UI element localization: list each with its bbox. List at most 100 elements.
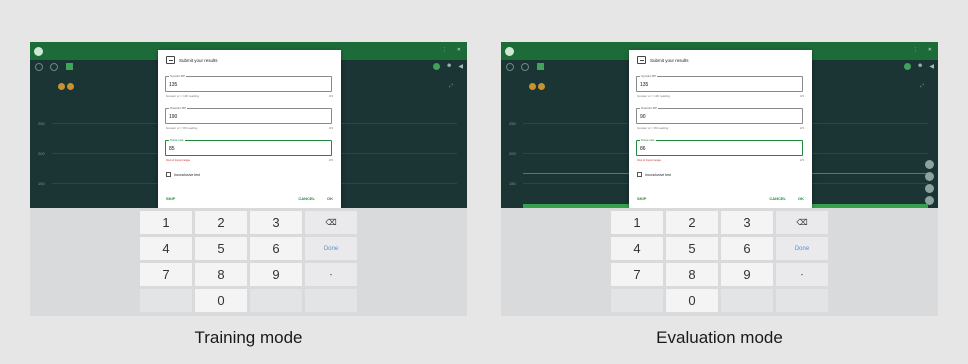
app-logo-icon <box>505 46 514 56</box>
volume-icon[interactable]: ◀ <box>929 63 934 70</box>
key-3[interactable]: 3 <box>721 211 773 234</box>
ok-button[interactable]: OK <box>798 196 804 201</box>
field-counter: 3/3 <box>799 94 804 98</box>
cancel-button[interactable]: CANCEL <box>298 196 315 201</box>
field-value: 190 <box>169 114 178 120</box>
field-error: Out of input range <box>166 158 191 162</box>
key-8[interactable]: 8 <box>195 263 247 286</box>
key-2[interactable]: 2 <box>666 211 718 234</box>
y-tick-label: 200 <box>509 151 516 156</box>
menu-icon[interactable]: ⋮ <box>442 47 447 53</box>
record-icon[interactable] <box>506 63 514 71</box>
ok-button[interactable]: OK <box>327 196 333 201</box>
y-tick-label: 250 <box>38 121 45 126</box>
close-icon[interactable]: ✕ <box>457 47 461 53</box>
zoom-in-icon[interactable] <box>925 160 934 169</box>
key-7[interactable]: 7 <box>611 263 663 286</box>
checkbox[interactable] <box>637 172 642 177</box>
key-2[interactable]: 2 <box>195 211 247 234</box>
field-label: Systolic BP <box>169 74 187 78</box>
status-icon[interactable] <box>537 63 544 70</box>
panel-caption: Training mode <box>194 328 303 347</box>
submit-icon <box>637 56 646 64</box>
field-counter: 3/3 <box>328 126 333 130</box>
key-9[interactable]: 9 <box>250 263 302 286</box>
zoom-out-icon[interactable] <box>925 172 934 181</box>
field-counter: 3/3 <box>328 94 333 98</box>
close-icon[interactable]: ✕ <box>928 47 932 53</box>
settings-icon[interactable] <box>521 63 529 71</box>
checkbox-label: Inconclusive test <box>645 172 671 177</box>
expand-icon[interactable]: ⤢ <box>920 83 924 89</box>
key-6[interactable]: 6 <box>250 237 302 260</box>
app-logo-icon <box>34 46 43 56</box>
blank-key <box>305 289 357 312</box>
key-3[interactable]: 3 <box>250 211 302 234</box>
cancel-button[interactable]: CANCEL <box>769 196 786 201</box>
minus-key[interactable]: - <box>305 263 357 286</box>
blank-key <box>250 289 302 312</box>
settings-icon[interactable] <box>50 63 58 71</box>
panel-evaluation: ⋮ ✕ ☻ ◀ ⤢ 250 200 150 Submit your result… <box>484 0 968 364</box>
done-key[interactable]: Done <box>776 237 828 260</box>
status-icon[interactable] <box>66 63 73 70</box>
field-error: Out of input range <box>637 158 662 162</box>
y-tick-label: 200 <box>38 151 45 156</box>
user-icon[interactable]: ☻ <box>446 63 452 70</box>
minus-key[interactable]: - <box>776 263 828 286</box>
done-key[interactable]: Done <box>305 237 357 260</box>
key-8[interactable]: 8 <box>666 263 718 286</box>
menu-icon[interactable]: ⋮ <box>913 47 918 53</box>
appbar-actions: ⋮ ✕ <box>442 47 461 53</box>
field-helper: Greater or = 80 reading <box>637 126 669 130</box>
alert-badge-icon[interactable] <box>529 83 536 90</box>
field-value: 135 <box>640 82 649 88</box>
dialog-title-text: Submit your results <box>650 57 689 63</box>
key-5[interactable]: 5 <box>195 237 247 260</box>
appbar-actions: ⋮ ✕ <box>913 47 932 53</box>
pulse-rate-field[interactable]: Pulse rate 85 <box>165 138 332 156</box>
submit-results-dialog: Submit your results Systolic BP 135 Grea… <box>629 50 812 208</box>
systolic-bp-field[interactable]: Systolic BP 135 <box>636 74 803 92</box>
key-4[interactable]: 4 <box>140 237 192 260</box>
diastolic-bp-field[interactable]: Diastolic BP 190 <box>165 106 332 124</box>
systolic-bp-field[interactable]: Systolic BP 135 <box>165 74 332 92</box>
inconclusive-checkbox-row[interactable]: Inconclusive test <box>637 172 671 177</box>
key-0[interactable]: 0 <box>666 289 718 312</box>
alert-badge-icon[interactable] <box>58 83 65 90</box>
user-icon[interactable]: ☻ <box>917 63 923 70</box>
inconclusive-checkbox-row[interactable]: Inconclusive test <box>166 172 200 177</box>
alert-badge-icon[interactable] <box>538 83 545 90</box>
backspace-key[interactable]: ⌫ <box>776 211 828 234</box>
pulse-rate-field[interactable]: Pulse rate 86 <box>636 138 803 156</box>
key-6[interactable]: 6 <box>721 237 773 260</box>
alert-badge-icon[interactable] <box>67 83 74 90</box>
diastolic-bp-field[interactable]: Diastolic BP 90 <box>636 106 803 124</box>
reset-icon[interactable] <box>925 184 934 193</box>
key-1[interactable]: 1 <box>611 211 663 234</box>
connection-icon[interactable] <box>904 63 912 70</box>
key-0[interactable]: 0 <box>195 289 247 312</box>
field-label: Systolic BP <box>640 74 658 78</box>
field-label: Pulse rate <box>640 138 656 142</box>
submit-icon <box>166 56 175 64</box>
skip-button[interactable]: SKIP <box>166 196 175 201</box>
field-helper: Greater or = 80 reading <box>166 126 198 130</box>
connection-icon[interactable] <box>433 63 441 70</box>
key-9[interactable]: 9 <box>721 263 773 286</box>
chart-badges <box>529 83 545 90</box>
field-label: Pulse rate <box>169 138 185 142</box>
key-5[interactable]: 5 <box>666 237 718 260</box>
dialog-title-text: Submit your results <box>179 57 218 63</box>
backspace-key[interactable]: ⌫ <box>305 211 357 234</box>
key-7[interactable]: 7 <box>140 263 192 286</box>
skip-button[interactable]: SKIP <box>637 196 646 201</box>
key-4[interactable]: 4 <box>611 237 663 260</box>
submit-results-dialog: Submit your results Systolic BP 135 Grea… <box>158 50 341 208</box>
key-1[interactable]: 1 <box>140 211 192 234</box>
expand-icon[interactable]: ⤢ <box>449 83 453 89</box>
checkbox[interactable] <box>166 172 171 177</box>
record-icon[interactable] <box>35 63 43 71</box>
y-tick-label: 250 <box>509 121 516 126</box>
volume-icon[interactable]: ◀ <box>458 63 463 70</box>
